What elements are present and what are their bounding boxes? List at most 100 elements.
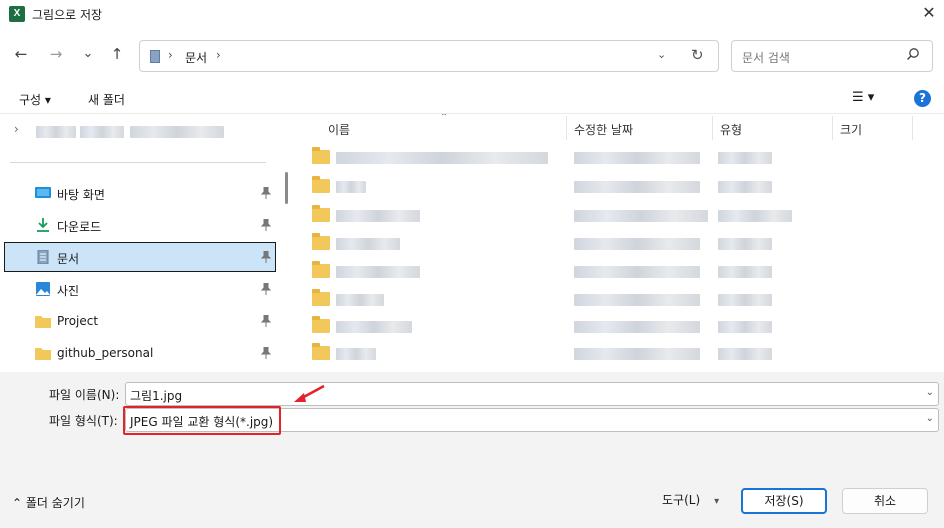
command-bar: 구성 ▾ 새 폴더 ☰ ▾ ? (0, 84, 944, 114)
back-button[interactable]: ← (9, 42, 33, 66)
pictures-icon (36, 282, 50, 296)
blurred-content (718, 181, 772, 193)
folder-icon (312, 316, 330, 333)
desktop-icon (35, 187, 51, 198)
folder-icon (312, 233, 330, 250)
blurred-content (718, 238, 772, 250)
blurred-content (574, 210, 708, 222)
folder-icon (312, 289, 330, 306)
list-item[interactable] (312, 233, 912, 252)
highlight-box (123, 406, 281, 435)
tools-label: 도구(L) (662, 493, 701, 507)
navigation-pane: › 바탕 화면 다운로드 문서 사진 Project github_person… (0, 114, 290, 372)
list-item[interactable] (312, 343, 912, 362)
blurred-content (718, 321, 772, 333)
column-header-name[interactable]: 이름 (294, 114, 566, 142)
blurred-content (336, 181, 366, 193)
tools-button[interactable]: 도구(L) ▾ (662, 491, 719, 508)
column-header-size[interactable]: 크기 (832, 114, 912, 142)
list-item[interactable] (312, 316, 912, 335)
list-item[interactable] (312, 261, 912, 280)
list-item[interactable] (312, 289, 912, 308)
sidebar-item-desktop[interactable]: 바탕 화면 (4, 178, 276, 208)
folder-icon (312, 343, 330, 360)
chevron-down-icon[interactable]: ⌄ (926, 387, 934, 398)
view-options-button[interactable]: ☰ ▾ (852, 90, 874, 105)
breadcrumb-separator[interactable]: › (216, 48, 221, 62)
sidebar-item-pictures[interactable]: 사진 (4, 274, 276, 304)
sidebar-item-label: 다운로드 (57, 220, 102, 234)
recent-locations-button[interactable]: ⌄ (76, 42, 100, 66)
blurred-content (80, 126, 124, 138)
folder-icon (35, 348, 51, 360)
close-icon[interactable]: ✕ (914, 0, 944, 28)
pin-icon[interactable] (261, 347, 271, 359)
forward-button[interactable]: → (44, 42, 68, 66)
blurred-content (574, 321, 700, 333)
sidebar-item-label: 사진 (57, 284, 80, 298)
blurred-content (718, 266, 772, 278)
blurred-content (130, 126, 224, 138)
column-header-date[interactable]: 수정한 날짜 (566, 114, 712, 142)
window-title: 그림으로 저장 (32, 8, 103, 22)
expand-chevron-icon[interactable]: › (14, 122, 19, 136)
filename-field[interactable]: 그림1.jpg ⌄ (125, 382, 939, 406)
pin-icon[interactable] (261, 315, 271, 327)
address-dropdown-icon[interactable]: ⌄ (657, 48, 666, 61)
sidebar-item-github-personal[interactable]: github_personal (4, 338, 276, 368)
new-folder-button[interactable]: 새 폴더 (88, 91, 125, 108)
blurred-content (336, 348, 376, 360)
sidebar-item-label: 바탕 화면 (57, 188, 105, 202)
blurred-content (718, 294, 772, 306)
list-item[interactable] (312, 147, 912, 166)
pin-icon[interactable] (261, 251, 271, 263)
sidebar-item-project[interactable]: Project (4, 306, 276, 336)
blurred-content (336, 238, 400, 250)
title-bar: X 그림으로 저장 ✕ (0, 0, 944, 28)
blurred-content (718, 348, 772, 360)
folder-icon (312, 147, 330, 164)
list-item[interactable] (312, 176, 912, 195)
column-header-label: 이름 (328, 123, 351, 137)
search-box[interactable]: 문서 검색 (731, 40, 933, 72)
pin-icon[interactable] (261, 219, 271, 231)
blurred-content (718, 210, 792, 222)
cancel-button[interactable]: 취소 (842, 488, 928, 514)
blurred-content (36, 126, 76, 138)
column-header-label: 크기 (840, 123, 863, 137)
help-icon[interactable]: ? (914, 90, 931, 107)
filename-input[interactable]: 그림1.jpg (130, 387, 182, 404)
folder-icon (35, 316, 51, 328)
column-header-type[interactable]: 유형 (712, 114, 832, 142)
blurred-content (718, 152, 772, 164)
folder-icon (312, 261, 330, 278)
organize-button[interactable]: 구성 ▾ (19, 91, 51, 108)
blurred-content (336, 152, 548, 164)
search-input[interactable]: 문서 검색 (742, 49, 790, 66)
sidebar-item-documents[interactable]: 문서 (4, 242, 276, 272)
up-button[interactable]: ↑ (105, 42, 129, 66)
address-bar[interactable]: › 문서 › ⌄ ↻ (139, 40, 719, 72)
sidebar-item-downloads[interactable]: 다운로드 (4, 210, 276, 240)
hide-folders-button[interactable]: ⌃ 폴더 숨기기 (12, 494, 85, 511)
chevron-down-icon[interactable]: ⌄ (926, 413, 934, 424)
navigation-pane-scrollbar[interactable] (285, 172, 288, 204)
excel-app-icon: X (9, 6, 25, 22)
column-divider[interactable] (912, 116, 913, 140)
breadcrumb-documents[interactable]: 문서 (185, 49, 207, 66)
sidebar-item-label: github_personal (57, 346, 154, 360)
pin-icon[interactable] (261, 283, 271, 295)
breadcrumb-separator: › (168, 48, 173, 62)
download-icon (37, 218, 49, 232)
filename-label: 파일 이름(N): (49, 388, 120, 402)
blurred-content (336, 321, 412, 333)
divider (10, 162, 266, 163)
pin-icon[interactable] (261, 187, 271, 199)
refresh-icon[interactable]: ↻ (691, 46, 704, 64)
blurred-content (336, 210, 420, 222)
documents-icon (37, 250, 49, 264)
list-item[interactable] (312, 205, 912, 224)
annotation-arrow-icon (294, 384, 325, 402)
save-button[interactable]: 저장(S) (741, 488, 827, 514)
file-list: ⌃ 이름 수정한 날짜 유형 크기 (294, 114, 944, 372)
